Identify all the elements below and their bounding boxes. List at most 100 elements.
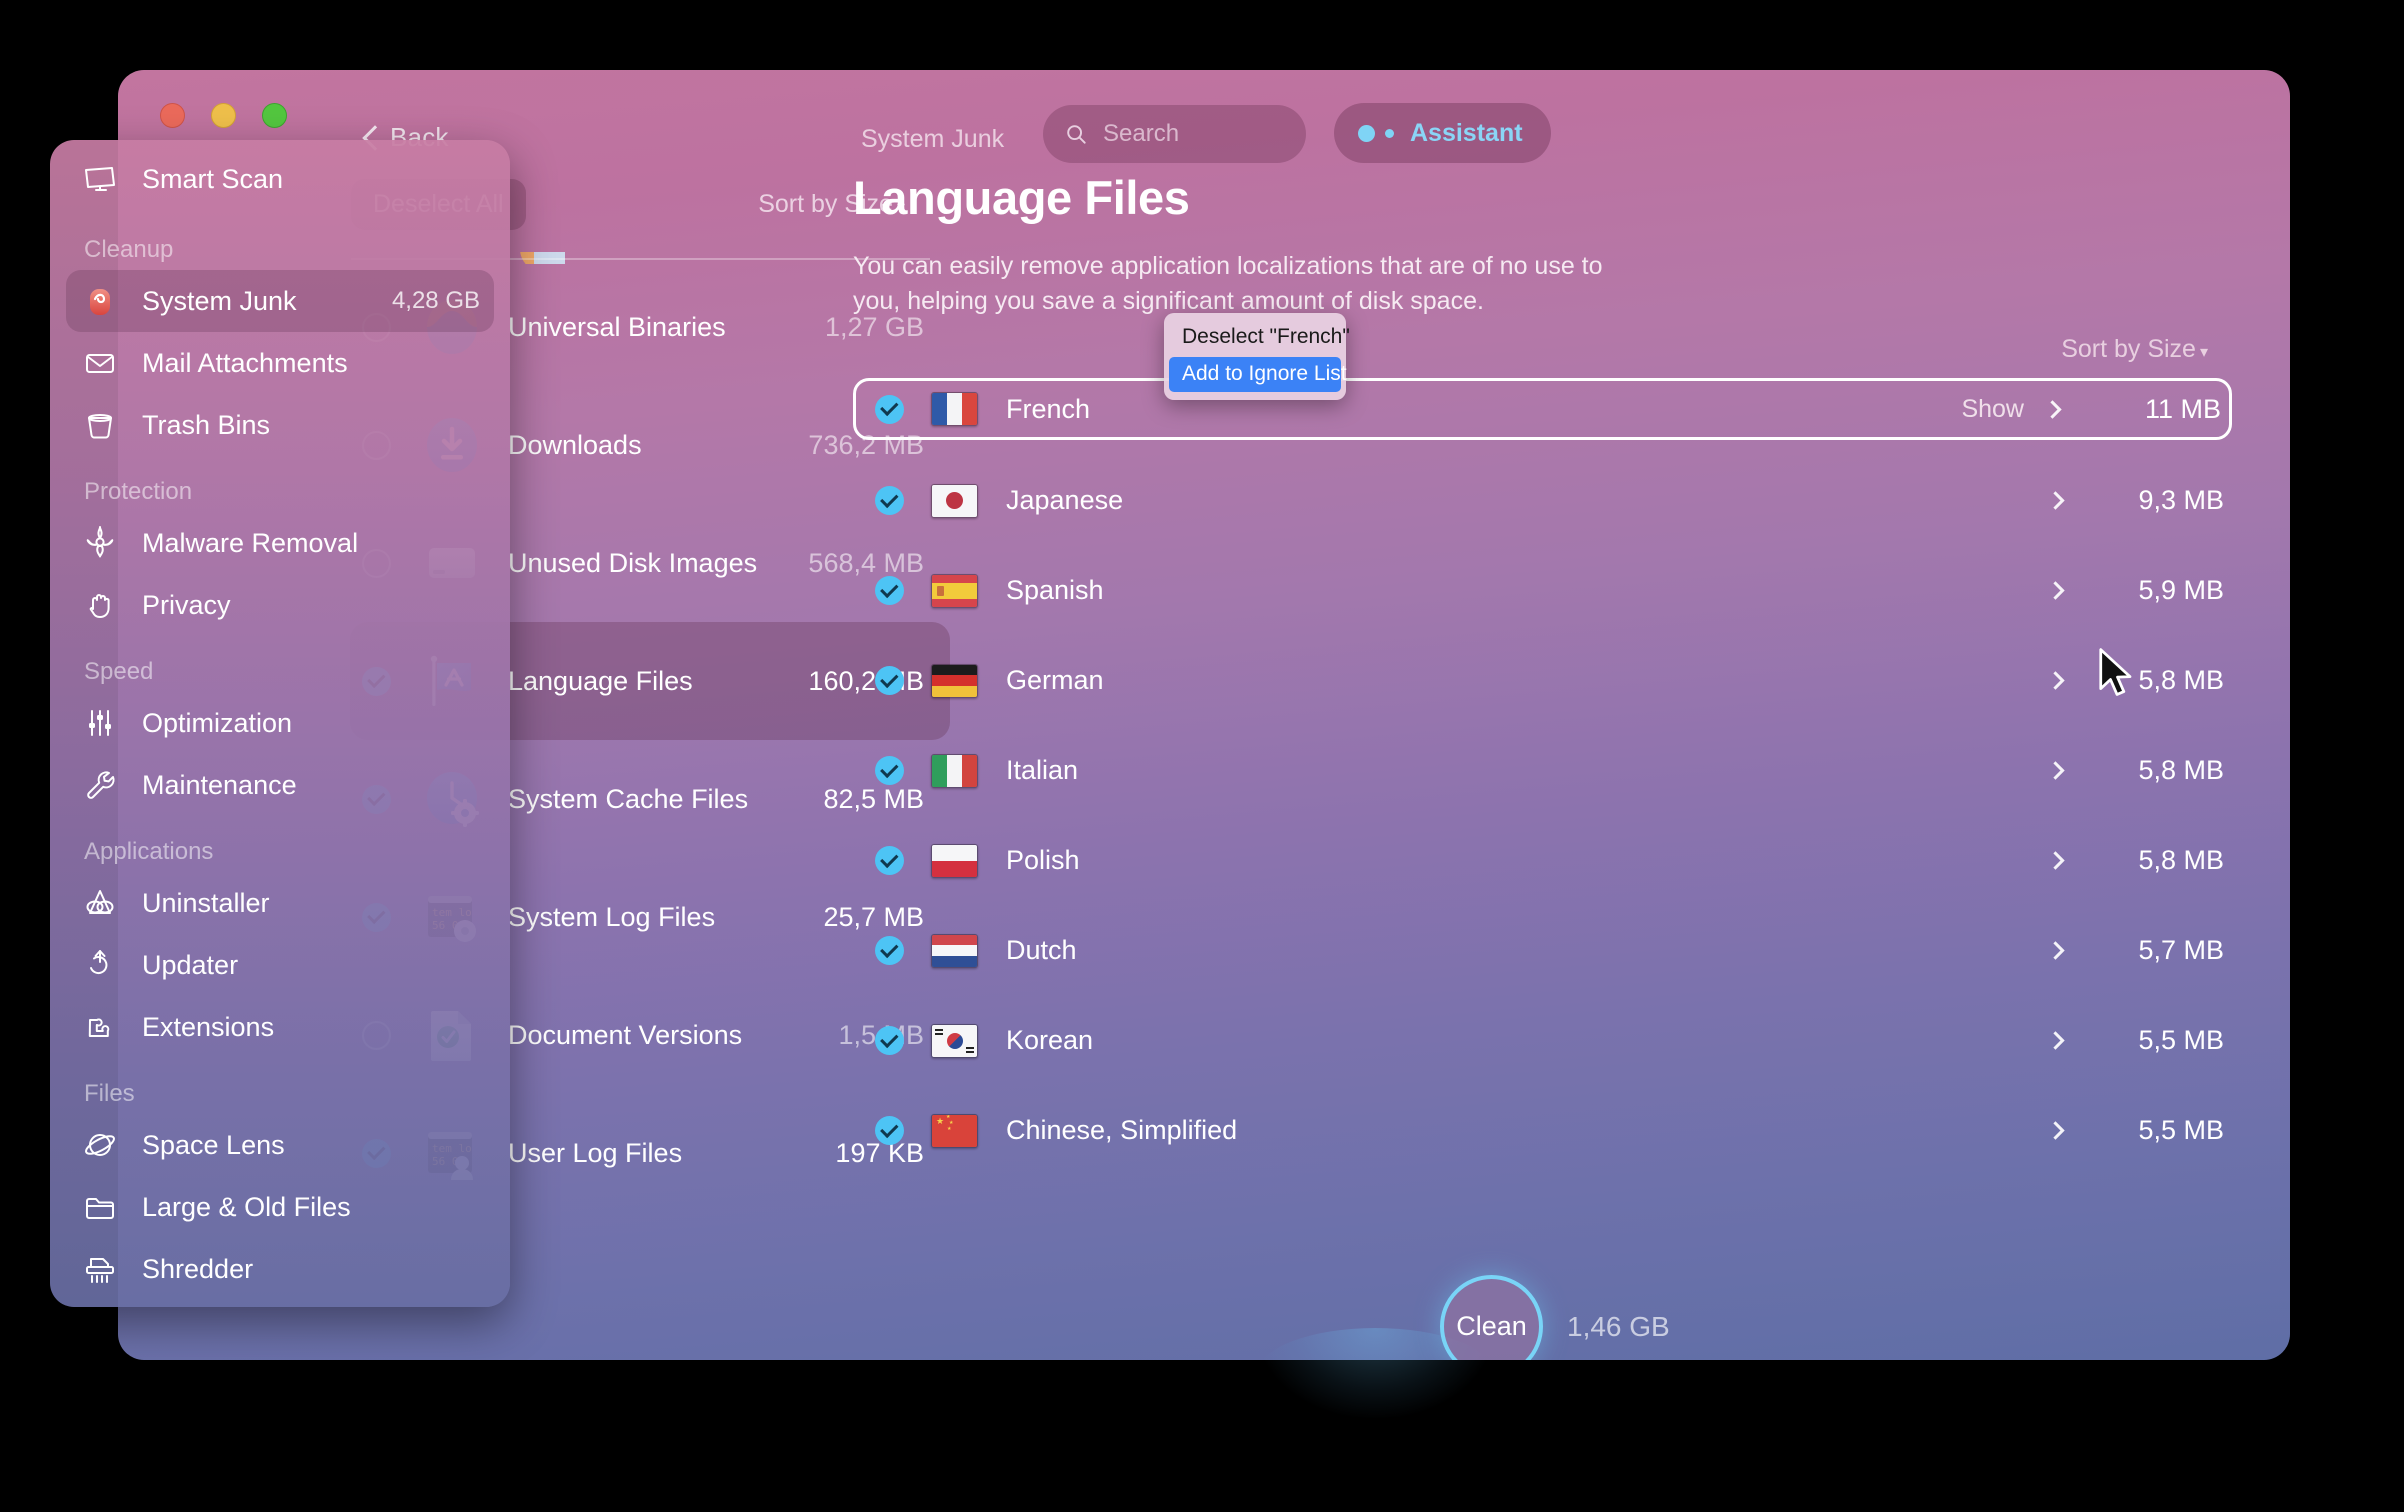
mouse-cursor: [2099, 648, 2132, 696]
language-row-italian[interactable]: Italian 5,8 MB: [853, 741, 2232, 800]
sidebar-item-extensions[interactable]: Extensions: [66, 996, 494, 1058]
sidebar-item-badge: 4,28 GB: [391, 287, 480, 314]
language-size: 11 MB: [2144, 393, 2221, 424]
language-checkbox[interactable]: [875, 394, 904, 424]
sidebar-item-label: Privacy: [142, 589, 231, 620]
updater-icon: [82, 947, 118, 983]
sidebar-item-label: Extensions: [142, 1011, 275, 1042]
language-name: Japanese: [1006, 485, 1124, 515]
sidebar-item-label: Trash Bins: [142, 409, 271, 440]
detail-panel: Language Files You can easily remove app…: [853, 170, 2260, 1360]
sliders-icon: [82, 705, 118, 741]
language-checkbox[interactable]: [875, 576, 904, 605]
sidebar-section-title: Protection: [84, 478, 193, 505]
sidebar-section-title: Speed: [84, 658, 154, 685]
context-menu: Deselect "French" Add to Ignore List: [1164, 313, 1350, 400]
language-checkbox[interactable]: [875, 1116, 904, 1145]
language-row-polish[interactable]: Polish 5,8 MB: [853, 831, 2232, 890]
trash-icon: [82, 407, 118, 443]
assistant-dot-large-icon: [1358, 124, 1375, 142]
close-window-button[interactable]: [160, 103, 185, 128]
language-row-dutch[interactable]: Dutch 5,7 MB: [853, 921, 2232, 980]
context-menu-item-add-to-ignore-list[interactable]: Add to Ignore List: [1169, 357, 1347, 392]
sidebar-item-uninstaller[interactable]: Uninstaller: [66, 872, 494, 934]
chevron-right-icon[interactable]: [2046, 1121, 2065, 1140]
junk-category-label: Unused Disk Images: [508, 547, 758, 578]
language-row-japanese[interactable]: Japanese 9,3 MB: [853, 471, 2232, 530]
detail-sort-dropdown[interactable]: Sort by Size ▾: [2061, 335, 2208, 364]
flag-fr-icon: [931, 392, 978, 426]
system-junk-icon: [82, 283, 118, 319]
puzzle-icon: [82, 1009, 118, 1045]
language-size: 5,5 MB: [2138, 1025, 2224, 1055]
junk-category-label: Language Files: [508, 665, 693, 696]
junk-category-label: Document Versions: [508, 1019, 743, 1050]
sidebar-item-label: Mail Attachments: [142, 347, 348, 378]
language-size: 9,3 MB: [2138, 485, 2224, 515]
language-name: French: [1006, 393, 1091, 424]
chevron-right-icon[interactable]: [2046, 671, 2065, 690]
minimize-window-button[interactable]: [211, 103, 236, 128]
clean-action: Clean 1,46 GB: [1440, 1275, 1670, 1360]
sidebar-item-privacy[interactable]: Privacy: [66, 574, 494, 636]
sidebar-item-shredder[interactable]: Shredder: [66, 1238, 494, 1300]
page-title: Language Files: [853, 171, 1190, 224]
assistant-dot-small-icon: [1385, 128, 1394, 138]
junk-category-label: Universal Binaries: [508, 311, 726, 342]
sidebar-item-maintenance[interactable]: Maintenance: [66, 754, 494, 816]
flag-es-icon: [931, 573, 978, 608]
sidebar-item-label: Updater: [142, 949, 239, 980]
sidebar-item-updater[interactable]: Updater: [66, 934, 494, 996]
chevron-right-icon[interactable]: [2043, 399, 2062, 419]
uninstaller-icon: [82, 885, 118, 921]
language-size: 5,8 MB: [2138, 755, 2224, 785]
sidebar-item-system-junk[interactable]: System Junk 4,28 GB: [66, 270, 494, 332]
flag-de-icon: [931, 663, 978, 698]
language-checkbox[interactable]: [875, 846, 904, 875]
breadcrumb: System Junk: [861, 125, 1005, 153]
language-checkbox[interactable]: [875, 1026, 904, 1055]
junk-category-label: System Log Files: [508, 901, 716, 932]
sidebar-item-trash-bins[interactable]: Trash Bins: [66, 394, 494, 456]
language-checkbox[interactable]: [875, 756, 904, 785]
language-row-korean[interactable]: Korean 5,5 MB: [853, 1011, 2232, 1070]
language-row-french[interactable]: French Show 11 MB: [853, 378, 2232, 440]
language-checkbox[interactable]: [875, 666, 904, 695]
language-name: Polish: [1006, 845, 1080, 875]
language-name: Dutch: [1006, 935, 1077, 965]
sidebar-section-title: Files: [84, 1080, 135, 1107]
screen: Back System Junk Search Assistant Desele…: [0, 0, 2404, 1512]
clean-button[interactable]: Clean: [1440, 1275, 1543, 1360]
assistant-button[interactable]: Assistant: [1334, 103, 1551, 163]
language-row-german[interactable]: German 5,8 MB: [853, 651, 2232, 710]
flag-it-icon: [931, 753, 978, 788]
chevron-right-icon[interactable]: [2046, 941, 2065, 960]
sidebar-item-optimization[interactable]: Optimization: [66, 692, 494, 754]
zoom-window-button[interactable]: [262, 103, 287, 128]
hand-icon: [82, 587, 118, 623]
chevron-right-icon[interactable]: [2046, 581, 2065, 600]
sidebar-item-malware-removal[interactable]: Malware Removal: [66, 512, 494, 574]
language-row-chinese-simplified[interactable]: ★ ★ ★ ★ Chinese, Simplified 5,5 MB: [853, 1101, 2232, 1160]
language-name: Chinese, Simplified: [1006, 1115, 1238, 1145]
sidebar-item-smart-scan[interactable]: Smart Scan: [66, 148, 494, 210]
chevron-right-icon[interactable]: [2046, 761, 2065, 780]
language-checkbox[interactable]: [875, 486, 904, 515]
sidebar-item-large-old-files[interactable]: Large & Old Files: [66, 1176, 494, 1238]
search-icon: [1067, 125, 1086, 144]
folder-icon: [82, 1189, 118, 1225]
search-input[interactable]: Search: [1043, 105, 1306, 163]
sidebar-item-space-lens[interactable]: Space Lens: [66, 1114, 494, 1176]
sidebar-item-label: Shredder: [142, 1253, 254, 1284]
language-checkbox[interactable]: [875, 936, 904, 965]
chevron-right-icon[interactable]: [2046, 491, 2065, 510]
language-row-spanish[interactable]: Spanish 5,9 MB: [853, 561, 2232, 620]
chevron-right-icon[interactable]: [2046, 851, 2065, 870]
context-menu-item-deselect-item[interactable]: Deselect "French": [1164, 320, 1350, 355]
language-name: Korean: [1006, 1025, 1094, 1055]
sidebar-item-mail-attachments[interactable]: Mail Attachments: [66, 332, 494, 394]
chevron-right-icon[interactable]: [2046, 1031, 2065, 1050]
junk-category-label: Downloads: [508, 429, 642, 460]
language-show-link[interactable]: Show: [1961, 395, 2024, 424]
wrench-icon: [82, 767, 118, 803]
